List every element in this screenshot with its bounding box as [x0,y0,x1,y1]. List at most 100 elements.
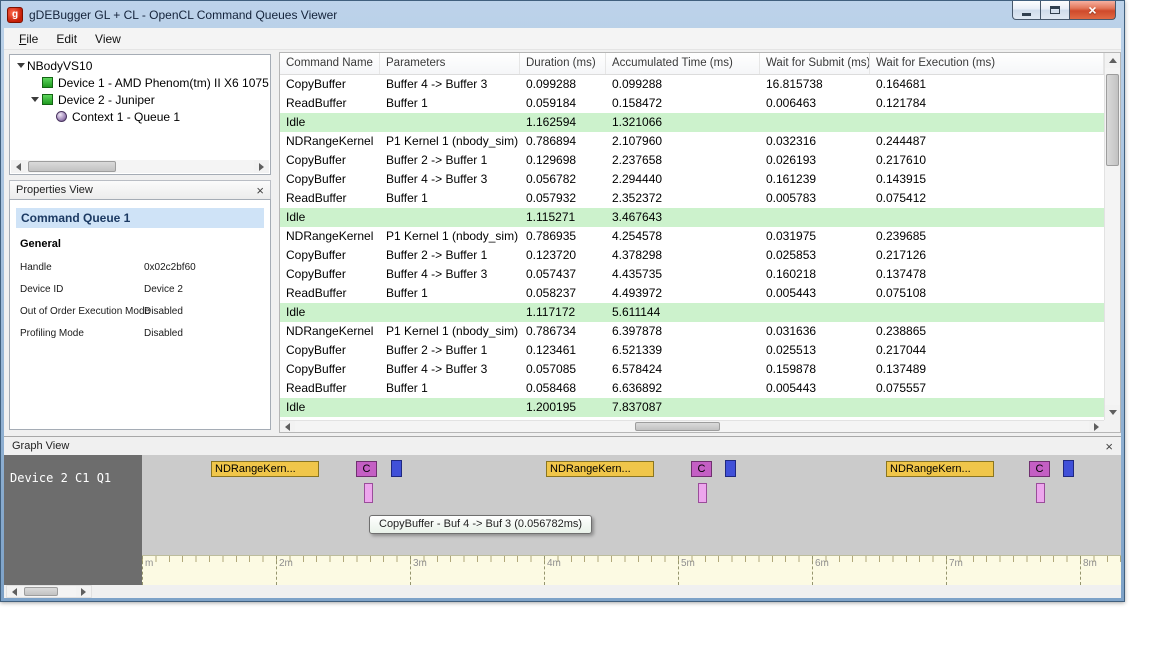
menu-item-file[interactable]: File [10,29,47,49]
column-header[interactable]: Accumulated Time (ms) [606,53,760,74]
tree-expander-icon[interactable] [29,97,41,102]
device-icon [42,77,53,88]
table-row[interactable]: CopyBufferBuffer 2 -> Buffer 10.1237204.… [280,246,1104,265]
device-icon [42,94,53,105]
scroll-down-button[interactable] [1105,405,1120,420]
scrollbar-track[interactable] [1105,68,1120,405]
graph-block-copy[interactable]: C [356,461,377,477]
graph-block-sub[interactable] [364,483,373,503]
table-row[interactable]: NDRangeKernelP1 Kernel 1 (nbody_sim)0.78… [280,322,1104,341]
tree-item[interactable]: Context 1 - Queue 1 [11,108,269,125]
scrollbar-track[interactable] [22,586,76,597]
table-cell [760,303,870,322]
scroll-left-button[interactable] [280,421,295,432]
column-header[interactable]: Command Name [280,53,380,74]
table-cell: 0.129698 [520,151,606,170]
table-row[interactable]: NDRangeKernelP1 Kernel 1 (nbody_sim)0.78… [280,132,1104,151]
graph-block-copy[interactable]: C [1029,461,1050,477]
title-bar[interactable]: g gDEBugger GL + CL - OpenCL Command Que… [1,1,1124,28]
table-row[interactable]: CopyBufferBuffer 2 -> Buffer 10.1296982.… [280,151,1104,170]
scrollbar-track[interactable] [26,160,254,173]
close-panel-icon[interactable]: × [256,184,264,197]
tree-item[interactable]: Device 2 - Juniper [11,91,269,108]
table-cell: 0.217610 [870,151,1104,170]
table-row[interactable]: ReadBufferBuffer 10.0582374.4939720.0054… [280,284,1104,303]
graph-block-kernel[interactable]: NDRangeKern... [886,461,994,477]
properties-panel-header: Properties View × [9,180,271,200]
table-horizontal-scrollbar[interactable] [280,420,1104,432]
table-vertical-scrollbar[interactable] [1104,53,1120,420]
table-cell [760,208,870,227]
column-header[interactable]: Wait for Submit (ms) [760,53,870,74]
scroll-left-button[interactable] [11,160,26,173]
table-cell: Idle [280,113,380,132]
table-row[interactable]: Idle1.1152713.467643 [280,208,1104,227]
graph-block-copy[interactable]: C [691,461,712,477]
arrow-right-icon [81,588,86,596]
maximize-button[interactable] [1041,1,1069,20]
table-row[interactable]: Idle1.1171725.611144 [280,303,1104,322]
table-cell: 16.815738 [760,75,870,94]
table-cell: 0.164681 [870,75,1104,94]
scroll-up-button[interactable] [1105,53,1120,68]
table-cell: 0.158472 [606,94,760,113]
scrollbar-thumb[interactable] [28,161,116,172]
graph-block-sub[interactable] [698,483,707,503]
table-cell: P1 Kernel 1 (nbody_sim) [380,132,520,151]
table-cell [870,398,1104,417]
table-cell: 0.057437 [520,265,606,284]
graph-block-kernel[interactable]: NDRangeKern... [546,461,654,477]
table-row[interactable]: NDRangeKernelP1 Kernel 1 (nbody_sim)0.78… [280,227,1104,246]
menu-item-edit[interactable]: Edit [47,29,86,49]
scroll-right-button[interactable] [76,586,91,597]
scroll-left-button[interactable] [7,586,22,597]
table-row[interactable]: Idle1.2001957.837087 [280,398,1104,417]
table-cell [870,208,1104,227]
graph-block-exec[interactable] [725,460,736,477]
table-cell: ReadBuffer [280,189,380,208]
tree-expander-icon[interactable] [15,63,27,68]
ruler-tick-label: 2m [279,558,293,569]
column-header[interactable]: Wait for Execution (ms) [870,53,1104,74]
minimize-button[interactable] [1012,1,1041,20]
table-cell: 0.059184 [520,94,606,113]
graph-block-sub[interactable] [1036,483,1045,503]
column-header[interactable]: Duration (ms) [520,53,606,74]
tree-item[interactable]: Device 1 - AMD Phenom(tm) II X6 1075T [11,74,269,91]
scroll-right-button[interactable] [1089,421,1104,432]
table-cell: Buffer 2 -> Buffer 1 [380,246,520,265]
property-label: Profiling Mode [20,328,84,339]
graph-block-exec[interactable] [391,460,402,477]
table-row[interactable]: ReadBufferBuffer 10.0591840.1584720.0064… [280,94,1104,113]
table-row[interactable]: CopyBufferBuffer 2 -> Buffer 10.1234616.… [280,341,1104,360]
close-panel-icon[interactable]: × [1105,440,1113,453]
arrow-down-icon [1109,410,1117,415]
properties-heading: Command Queue 1 [16,208,264,228]
table-cell: 4.435735 [606,265,760,284]
scroll-right-button[interactable] [254,160,269,173]
table-row[interactable]: ReadBufferBuffer 10.0579322.3523720.0057… [280,189,1104,208]
table-row[interactable]: CopyBufferBuffer 4 -> Buffer 30.0992880.… [280,75,1104,94]
table-row[interactable]: CopyBufferBuffer 4 -> Buffer 30.0567822.… [280,170,1104,189]
graph-block-exec[interactable] [1063,460,1074,477]
table-cell: 0.786894 [520,132,606,151]
property-value: 0x02c2bf60 [144,262,196,273]
close-button[interactable]: × [1069,1,1116,20]
table-row[interactable]: Idle1.1625941.321066 [280,113,1104,132]
table-cell: CopyBuffer [280,265,380,284]
scrollbar-thumb[interactable] [635,422,720,431]
table-row[interactable]: CopyBufferBuffer 4 -> Buffer 30.0574374.… [280,265,1104,284]
graph-block-kernel[interactable]: NDRangeKern... [211,461,319,477]
tree-horizontal-scrollbar[interactable] [11,160,269,173]
column-header[interactable]: Parameters [380,53,520,74]
scrollbar-thumb[interactable] [24,587,58,596]
graph-horizontal-scrollbar[interactable] [6,585,92,598]
scrollbar-track[interactable] [295,421,1089,432]
table-row[interactable]: ReadBufferBuffer 10.0584686.6368920.0054… [280,379,1104,398]
scrollbar-thumb[interactable] [1106,74,1119,166]
tree-item[interactable]: NBodyVS10 [11,57,269,74]
table-row[interactable]: CopyBufferBuffer 4 -> Buffer 30.0570856.… [280,360,1104,379]
menu-item-view[interactable]: View [86,29,130,49]
table-cell: 6.397878 [606,322,760,341]
ruler-tick-label: 4m [547,558,561,569]
